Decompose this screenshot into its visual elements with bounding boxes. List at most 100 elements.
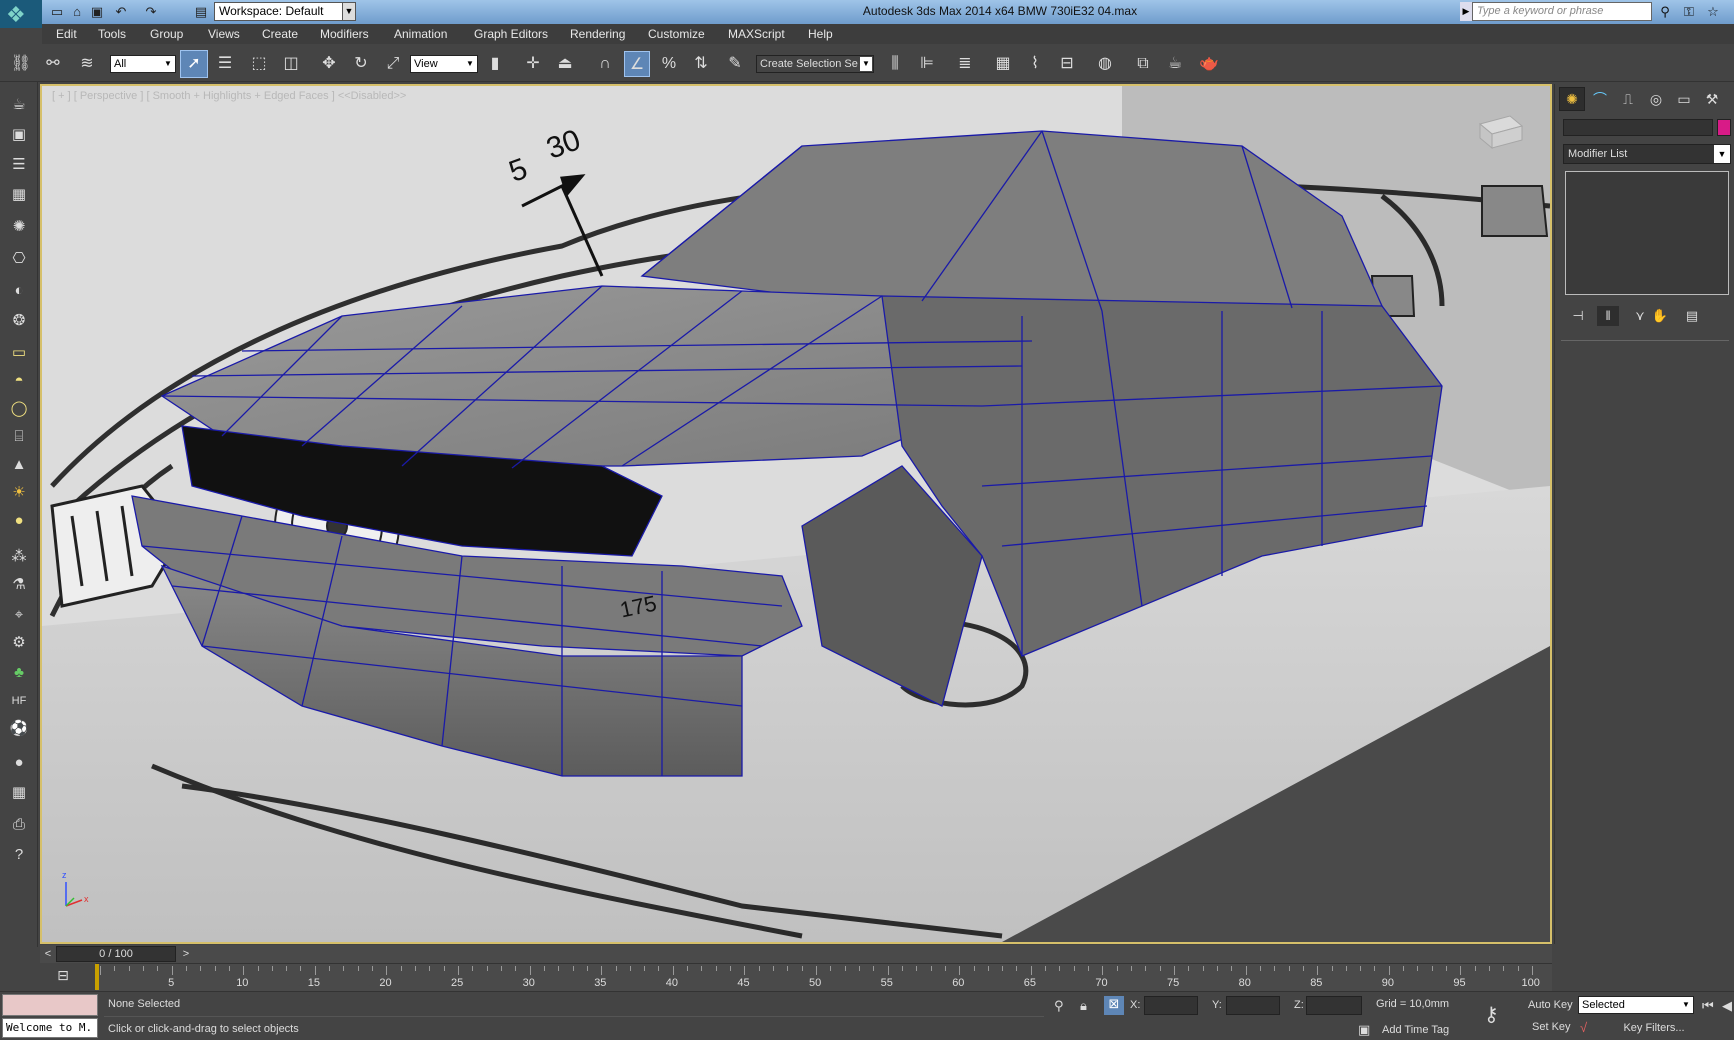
graphite-toolbar-icon[interactable]: ▦: [990, 51, 1016, 77]
set-key-mode-icon[interactable]: ⚷: [1484, 1002, 1499, 1027]
create-tab-icon[interactable]: ✺: [1560, 88, 1584, 110]
hf-icon[interactable]: HF: [6, 688, 32, 714]
current-frame-marker[interactable]: [95, 964, 99, 990]
star-icon[interactable]: ☆: [1704, 3, 1722, 21]
menu-animation[interactable]: Animation: [394, 27, 447, 41]
schematic-view-icon[interactable]: ⊟: [1054, 51, 1080, 77]
particles-icon[interactable]: ⁂: [6, 544, 32, 570]
unlink-icon[interactable]: ⚯: [40, 51, 66, 77]
viewport-label[interactable]: [ + ] [ Perspective ] [ Smooth + Highlig…: [52, 90, 406, 102]
named-selection-dropdown[interactable]: Create Selection Se ▼: [756, 55, 874, 73]
gear-icon[interactable]: ⚙: [6, 630, 32, 656]
window-crossing-icon[interactable]: ◫: [278, 51, 304, 77]
mirror-icon[interactable]: ⫼: [882, 51, 908, 77]
percent-snap-icon[interactable]: %: [656, 51, 682, 77]
table-icon[interactable]: ▦: [6, 182, 32, 208]
previous-frame-icon[interactable]: ◀: [1722, 998, 1732, 1014]
auto-key-button[interactable]: Auto Key: [1528, 999, 1573, 1011]
disc-icon[interactable]: ●: [6, 508, 32, 534]
binoculars-icon[interactable]: ⚲: [1656, 3, 1674, 21]
motion-tab-icon[interactable]: ◎: [1644, 88, 1668, 110]
spinner-snap-icon[interactable]: ⇅: [688, 51, 714, 77]
time-tag-icon[interactable]: ▣: [1358, 1022, 1370, 1038]
menu-help[interactable]: Help: [808, 27, 833, 41]
rotate-icon[interactable]: ↻: [348, 51, 374, 77]
box-icon[interactable]: ▭: [6, 340, 32, 366]
isolate-selection-icon[interactable]: ⚲: [1054, 998, 1064, 1014]
undo-icon[interactable]: ↶: [112, 4, 130, 20]
key-mode-dropdown[interactable]: Selected ▼: [1578, 996, 1694, 1014]
make-unique-icon[interactable]: ⋎: [1629, 306, 1651, 326]
set-key-button[interactable]: Set Key: [1532, 1021, 1571, 1033]
menu-customize[interactable]: Customize: [648, 27, 705, 41]
align-icon[interactable]: ⊫: [914, 51, 940, 77]
reference-coordinate-dropdown[interactable]: View ▼: [410, 55, 478, 73]
compass-icon[interactable]: ⌖: [6, 602, 32, 628]
workspace-dropdown-arrow-icon[interactable]: ▼: [342, 2, 356, 21]
pivot-center-icon[interactable]: ▮: [482, 51, 508, 77]
object-color-swatch[interactable]: [1717, 119, 1731, 136]
render-icon[interactable]: ▣: [6, 122, 32, 148]
time-slider-prev-icon[interactable]: <: [42, 946, 54, 962]
render-setup-icon[interactable]: ⧉: [1130, 51, 1156, 77]
menu-create[interactable]: Create: [262, 27, 298, 41]
print-icon[interactable]: ⎙: [6, 812, 32, 838]
menu-tools[interactable]: Tools: [98, 27, 126, 41]
utilities-tab-icon[interactable]: ⚒: [1700, 88, 1724, 110]
grid-icon[interactable]: ▦: [6, 780, 32, 806]
save-file-icon[interactable]: ▣: [88, 4, 106, 20]
menu-rendering[interactable]: Rendering: [570, 27, 625, 41]
add-time-tag-button[interactable]: Add Time Tag: [1382, 1024, 1449, 1036]
modifier-stack[interactable]: [1565, 171, 1729, 295]
maxscript-listener-input[interactable]: [2, 994, 98, 1016]
select-manipulate-icon[interactable]: ✛: [520, 51, 546, 77]
search-expand-icon[interactable]: ▶: [1460, 2, 1472, 21]
menu-modifiers[interactable]: Modifiers: [320, 27, 369, 41]
y-coordinate-field[interactable]: [1226, 996, 1280, 1015]
menu-views[interactable]: Views: [208, 27, 240, 41]
rectangular-selection-icon[interactable]: ⬚: [246, 51, 272, 77]
search-input[interactable]: Type a keyword or phrase: [1472, 2, 1652, 21]
cluster-icon[interactable]: ❂: [6, 308, 32, 334]
move-icon[interactable]: ✥: [316, 51, 342, 77]
render-production-icon[interactable]: 🫖: [1196, 51, 1222, 77]
scale-icon[interactable]: ⤢: [380, 51, 406, 77]
time-slider-thumb[interactable]: 0 / 100: [56, 946, 176, 962]
selection-lock-icon[interactable]: 🔒︎: [1080, 998, 1087, 1014]
object-name-field[interactable]: [1563, 119, 1713, 136]
new-file-icon[interactable]: ▭: [48, 4, 66, 20]
menu-group[interactable]: Group: [150, 27, 183, 41]
teapot-icon[interactable]: ☕: [6, 92, 32, 118]
mini-curve-editor-icon[interactable]: ⊟: [50, 967, 76, 987]
perspective-viewport[interactable]: [ + ] [ Perspective ] [ Smooth + Highlig…: [40, 84, 1552, 944]
sun-icon[interactable]: ☀: [6, 480, 32, 506]
keyboard-shortcut-override-icon[interactable]: ⏏: [552, 51, 578, 77]
select-by-name-icon[interactable]: ☰: [212, 51, 238, 77]
show-end-result-icon[interactable]: ‖: [1597, 306, 1619, 326]
rendered-frame-window-icon[interactable]: ☕: [1162, 51, 1188, 77]
x-coordinate-field[interactable]: [1144, 996, 1198, 1015]
sphere-gray-icon[interactable]: ●: [6, 750, 32, 776]
list-icon[interactable]: ☰: [6, 152, 32, 178]
ball-icon[interactable]: ⚽: [6, 716, 32, 742]
help-icon[interactable]: ?: [6, 842, 32, 868]
z-coordinate-field[interactable]: [1306, 996, 1362, 1015]
link-icon[interactable]: ⛓: [8, 51, 34, 77]
dome-icon[interactable]: ◓: [6, 368, 32, 394]
configure-modifier-sets-icon[interactable]: ▤: [1681, 306, 1703, 326]
curve-editor-icon[interactable]: ⌇: [1022, 51, 1048, 77]
display-tab-icon[interactable]: ▭: [1672, 88, 1696, 110]
menu-maxscript[interactable]: MAXScript: [728, 27, 785, 41]
edit-named-selection-icon[interactable]: ✎: [722, 51, 748, 77]
modify-tab-icon[interactable]: ⌒: [1588, 88, 1612, 110]
bind-space-warp-icon[interactable]: ≋: [74, 51, 100, 77]
project-folder-icon[interactable]: ▤: [192, 4, 210, 20]
remove-modifier-icon[interactable]: ✋: [1649, 306, 1671, 326]
menu-graph-editors[interactable]: Graph Editors: [474, 27, 548, 41]
dynamics-icon[interactable]: ⚗: [6, 572, 32, 598]
cylinder-icon[interactable]: ⌸: [6, 424, 32, 450]
sphere-icon[interactable]: ◐: [6, 278, 32, 304]
absolute-transform-icon[interactable]: ⊠: [1104, 996, 1124, 1015]
circle-icon[interactable]: ◯: [6, 396, 32, 422]
snaps-toggle-icon[interactable]: ∩: [592, 51, 618, 77]
